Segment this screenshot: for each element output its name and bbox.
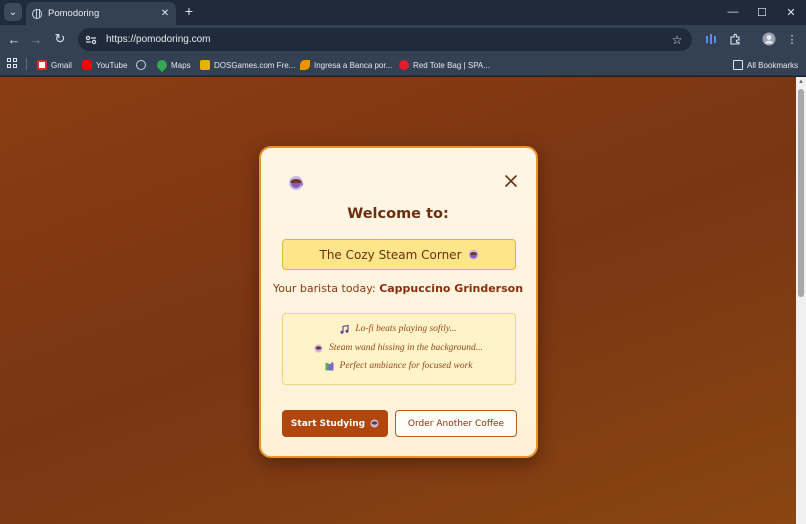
tab-search-chevron-icon[interactable]: ⌄	[4, 3, 22, 21]
welcome-modal: Welcome to: The Cozy Steam Corner Your b…	[259, 146, 538, 458]
new-tab-button[interactable]: +	[182, 4, 196, 18]
bookmark-label: Red Tote Bag | SPA...	[413, 60, 490, 70]
barista-name: Cappuccino Grinderson	[379, 282, 524, 295]
globe-icon	[32, 8, 42, 19]
reload-icon[interactable]: ↻	[52, 31, 68, 47]
music-note-icon	[340, 324, 349, 334]
close-icon[interactable]: ✕	[158, 7, 172, 21]
red-tote-icon	[399, 60, 409, 70]
forward-arrow-icon[interactable]: →	[28, 31, 44, 47]
address-bar[interactable]: https://pomodoring.com ☆	[78, 28, 692, 51]
welcome-heading: Welcome to:	[347, 206, 449, 222]
banca-icon	[300, 60, 310, 70]
browser-tab[interactable]: Pomodoring ✕	[26, 2, 176, 25]
browser-toolbar: ← → ↻ https://pomodoring.com ☆ ⋮	[0, 25, 806, 54]
folder-icon	[733, 60, 743, 70]
ambience-text: Perfect ambiance for focused work	[339, 361, 473, 371]
barista-prefix: Your barista today:	[272, 282, 376, 295]
bookmark-banca[interactable]: Ingresa a Banca por...	[300, 57, 392, 73]
minimize-button[interactable]: —	[723, 3, 743, 21]
back-arrow-icon[interactable]: ←	[6, 31, 22, 47]
bookmark-youtube[interactable]: YouTube	[82, 57, 127, 73]
ambience-text: Lo-fi beats playing softly...	[355, 324, 457, 334]
bookmark-label: DOSGames.com Fre...	[214, 60, 296, 70]
cafe-name: The Cozy Steam Corner	[319, 247, 462, 262]
all-bookmarks-label: All Bookmarks	[747, 60, 799, 70]
bookmark-star-icon[interactable]: ☆	[670, 33, 684, 47]
extensions-puzzle-icon[interactable]	[727, 31, 743, 47]
bookmarks-divider	[26, 58, 27, 70]
ambience-line: Lo-fi beats playing softly...	[283, 324, 514, 334]
scrollbar-thumb[interactable]	[798, 89, 804, 297]
bookmark-label: YouTube	[96, 60, 128, 70]
bookmark-dosgames[interactable]: DOSGames.com Fre...	[200, 57, 295, 73]
youtube-icon	[82, 60, 92, 70]
all-bookmarks[interactable]: All Bookmarks	[733, 57, 798, 73]
start-studying-label: Start Studying	[290, 418, 366, 429]
barista-line: Your barista today: Cappuccino Grinderso…	[261, 282, 535, 295]
coffee-cup-icon	[370, 419, 379, 428]
coffee-cup-icon	[314, 344, 323, 353]
order-another-coffee-button[interactable]: Order Another Coffee	[395, 410, 517, 437]
apps-grid-icon[interactable]	[7, 58, 17, 68]
maps-pin-icon	[154, 57, 170, 73]
bookmark-label: Gmail	[51, 60, 72, 70]
bookmark-maps[interactable]: Maps	[154, 57, 191, 73]
coffee-cup-icon	[288, 174, 304, 190]
tab-title: Pomodoring	[48, 8, 100, 19]
coffee-cup-icon	[468, 249, 479, 260]
scroll-up-arrow-icon[interactable]: ▲	[796, 79, 806, 87]
start-studying-button[interactable]: Start Studying	[282, 410, 388, 437]
close-icon	[505, 175, 517, 187]
dosgames-icon	[200, 60, 210, 70]
page-scrollbar[interactable]: ▲	[796, 77, 806, 524]
close-modal-button[interactable]	[504, 174, 518, 188]
site-info-icon[interactable]	[84, 33, 98, 47]
url-text[interactable]: https://pomodoring.com	[106, 34, 670, 45]
tab-strip: ⌄ Pomodoring ✕ + — ☐ ✕	[0, 0, 806, 25]
maximize-button[interactable]: ☐	[752, 3, 772, 21]
ambience-line: Steam wand hissing in the background...	[283, 343, 514, 353]
ambience-box: Lo-fi beats playing softly... Steam wand…	[282, 313, 516, 385]
gmail-icon	[37, 60, 47, 70]
bookmark-gmail[interactable]: Gmail	[37, 57, 72, 73]
browser-menu-icon[interactable]: ⋮	[784, 31, 800, 47]
window-close-button[interactable]: ✕	[781, 3, 801, 21]
bookmark-globe[interactable]	[136, 57, 150, 73]
cafe-name-box: The Cozy Steam Corner	[282, 239, 516, 270]
bookmark-red-tote[interactable]: Red Tote Bag | SPA...	[399, 57, 490, 73]
ambience-line: Perfect ambiance for focused work	[283, 361, 514, 371]
extension-bars-icon[interactable]	[703, 31, 719, 47]
books-icon	[325, 362, 334, 371]
globe-icon	[136, 60, 146, 70]
bookmark-label: Maps	[171, 60, 191, 70]
bookmark-label: Ingresa a Banca por...	[314, 60, 393, 70]
ambience-text: Steam wand hissing in the background...	[329, 343, 483, 353]
profile-avatar-icon[interactable]	[761, 31, 777, 47]
